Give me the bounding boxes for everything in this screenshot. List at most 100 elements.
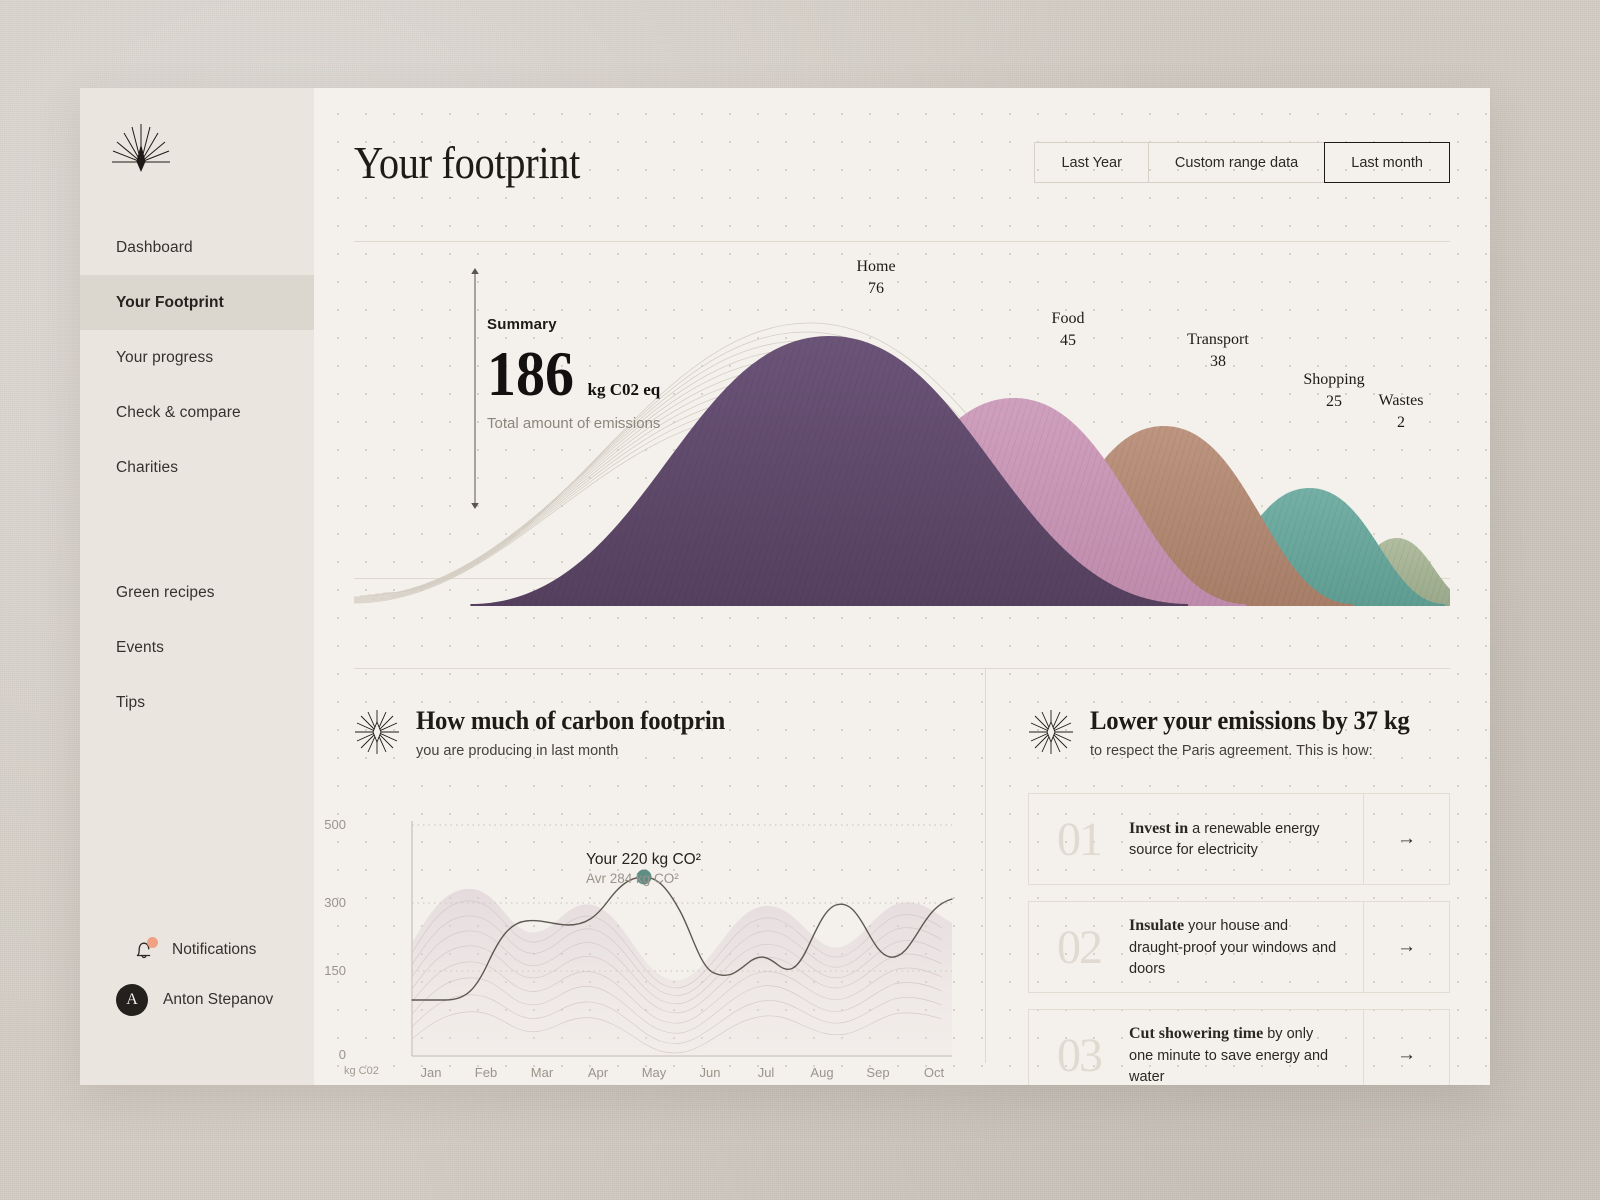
hill-label-name: Shopping <box>1303 371 1365 388</box>
hill-label-name: Wastes <box>1378 392 1424 409</box>
sidebar-item-label: Tips <box>116 693 146 711</box>
summary-value: 186 <box>487 339 574 409</box>
x-tick-jan: Jan <box>420 1065 442 1080</box>
x-tick-oct: Oct <box>923 1065 945 1080</box>
hill-label-name: Home <box>856 258 896 275</box>
tip-text-bold: Cut showering time <box>1129 1025 1264 1043</box>
divider-top <box>354 241 1450 242</box>
sidebar-item-label: Charities <box>116 458 179 476</box>
tab-custom-range-data[interactable]: Custom range data <box>1147 142 1325 183</box>
x-tick-mar: Mar <box>530 1065 554 1080</box>
sidebar-item-your-progress[interactable]: Your progress <box>80 330 314 385</box>
bottom-section: How much of carbon footprin you are prod… <box>324 668 1450 1085</box>
right-panel-subtitle: to respect the Paris agreement. This is … <box>1090 743 1373 759</box>
sidebar-item-tips[interactable]: Tips <box>80 675 314 730</box>
hill-label-name: Transport <box>1187 331 1249 348</box>
tooltip-average-value: Avr 284 kg CO² <box>586 871 679 886</box>
brand-logo-starburst-icon[interactable] <box>108 118 174 174</box>
y-tick-150: 150 <box>324 963 346 978</box>
sidebar-item-charities[interactable]: Charities <box>80 440 314 495</box>
sidebar-item-check-and-compare[interactable]: Check & compare <box>80 385 314 440</box>
tab-last-year[interactable]: Last Year <box>1034 142 1148 183</box>
monthly-emissions-chart: 500 300 150 0 kg C02 Jan Feb Mar Apr May… <box>324 813 954 1085</box>
right-panel-titles: Lower your emissions by 37 kg to respect… <box>1090 706 1426 759</box>
left-panel-title: How much of carbon footprin <box>416 706 726 735</box>
tips-list: 01 Invest in a renewable energy source f… <box>1028 793 1450 1085</box>
tab-last-month[interactable]: Last month <box>1324 142 1450 183</box>
sidebar-nav-spacer <box>80 495 314 565</box>
sidebar-item-events[interactable]: Events <box>80 620 314 675</box>
hill-label-value: 2 <box>1396 414 1405 432</box>
y-tick-500: 500 <box>324 817 346 832</box>
tooltip-your-value: Your 220 kg CO² <box>586 851 701 868</box>
starburst-icon <box>354 709 400 755</box>
sidebar-item-label: Your Footprint <box>116 293 224 311</box>
left-panel-header: How much of carbon footprin you are prod… <box>354 706 985 759</box>
left-panel-titles: How much of carbon footprin you are prod… <box>416 706 741 759</box>
x-tick-aug: Aug <box>810 1065 834 1080</box>
hill-label-food: Food 45 <box>1052 308 1085 352</box>
emissions-by-category-chart: Summary 186 kg C02 eq Total amount of em… <box>354 248 1450 618</box>
arrow-right-icon[interactable]: → <box>1363 794 1449 884</box>
sidebar-primary-nav: Dashboard Your Footprint Your progress C… <box>80 220 314 495</box>
user-name: Anton Stepanov <box>163 991 274 1008</box>
page-title: Your footprint <box>354 137 580 188</box>
summary-block: Summary 186 kg C02 eq Total amount of em… <box>487 316 660 432</box>
x-tick-sep: Sep <box>866 1065 890 1080</box>
sidebar-item-label: Events <box>116 638 164 656</box>
tip-card-01[interactable]: 01 Invest in a renewable energy source f… <box>1028 793 1450 885</box>
sidebar-footer: Notifications A Anton Stepanov <box>80 927 314 1085</box>
starburst-icon <box>1028 709 1074 755</box>
x-tick-jul: Jul <box>757 1065 775 1080</box>
sidebar-item-green-recipes[interactable]: Green recipes <box>80 565 314 620</box>
sidebar: Dashboard Your Footprint Your progress C… <box>80 88 314 1085</box>
notifications-button[interactable]: Notifications <box>80 927 314 973</box>
sidebar-item-label: Your progress <box>116 348 214 366</box>
tip-text: Cut showering time by only one minute to… <box>1129 1010 1363 1085</box>
summary-unit: kg C02 eq <box>587 380 661 399</box>
hill-label-value: 45 <box>1060 332 1076 350</box>
right-panel-header: Lower your emissions by 37 kg to respect… <box>1028 706 1450 759</box>
hill-label-home: Home 76 <box>856 256 895 300</box>
arrow-right-icon[interactable]: → <box>1363 1010 1449 1085</box>
sidebar-secondary-nav: Green recipes Events Tips <box>80 565 314 730</box>
x-tick-apr: Apr <box>587 1065 609 1080</box>
tip-text: Invest in a renewable energy source for … <box>1129 794 1363 884</box>
tip-card-02[interactable]: 02 Insulate your house and draught-proof… <box>1028 901 1450 993</box>
tip-card-03[interactable]: 03 Cut showering time by only one minute… <box>1028 1009 1450 1085</box>
arrow-right-icon[interactable]: → <box>1363 902 1449 992</box>
user-profile-button[interactable]: A Anton Stepanov <box>80 973 314 1027</box>
app-window: Dashboard Your Footprint Your progress C… <box>80 88 1490 1085</box>
tip-text-bold: Invest in <box>1129 819 1189 837</box>
y-tick-300: 300 <box>324 895 346 910</box>
bell-icon <box>131 937 158 963</box>
main-content: Your footprint Last Year Custom range da… <box>314 88 1490 1085</box>
hill-label-value: 25 <box>1326 393 1342 411</box>
notification-badge-dot <box>147 937 158 948</box>
tip-number: 03 <box>1057 1028 1103 1082</box>
tip-number: 02 <box>1057 920 1103 974</box>
x-tick-jun: Jun <box>699 1065 721 1080</box>
y-tick-0: 0 <box>338 1047 346 1062</box>
right-panel-title: Lower your emissions by 37 kg <box>1090 706 1410 735</box>
recommendations-panel: Lower your emissions by 37 kg to respect… <box>986 668 1450 1085</box>
x-tick-feb: Feb <box>474 1065 498 1080</box>
notifications-label: Notifications <box>172 941 257 958</box>
tip-text: Insulate your house and draught-proof yo… <box>1129 902 1363 992</box>
tip-number: 01 <box>1057 812 1103 866</box>
sidebar-item-label: Dashboard <box>116 238 193 256</box>
range-tabs: Last Year Custom range data Last month <box>1034 142 1450 183</box>
sidebar-item-your-footprint[interactable]: Your Footprint <box>80 275 314 330</box>
summary-value-row: 186 kg C02 eq <box>487 339 661 409</box>
summary-label: Summary <box>487 316 557 333</box>
monthly-emissions-panel: How much of carbon footprin you are prod… <box>324 668 985 1085</box>
sidebar-item-dashboard[interactable]: Dashboard <box>80 220 314 275</box>
hill-label-value: 76 <box>867 280 884 298</box>
hill-label-transport: Transport 38 <box>1187 329 1249 373</box>
hills-chart-svg <box>354 322 1450 606</box>
x-tick-may: May <box>641 1065 667 1080</box>
hill-label-wastes: Wastes 2 <box>1379 390 1424 434</box>
sidebar-item-label: Green recipes <box>116 583 215 601</box>
left-panel-subtitle: you are producing in last month <box>416 743 619 759</box>
hill-label-name: Food <box>1051 310 1085 327</box>
